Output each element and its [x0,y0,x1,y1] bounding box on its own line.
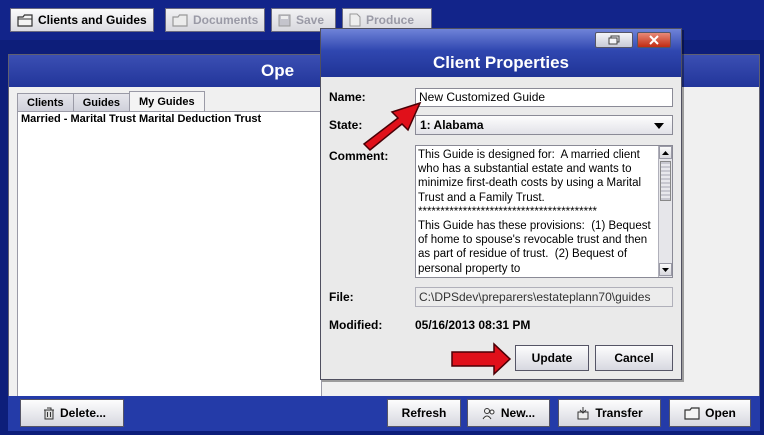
annotation-arrow-name [362,101,422,152]
annotation-overlay [362,101,512,376]
annotation-arrow-update [451,342,512,376]
